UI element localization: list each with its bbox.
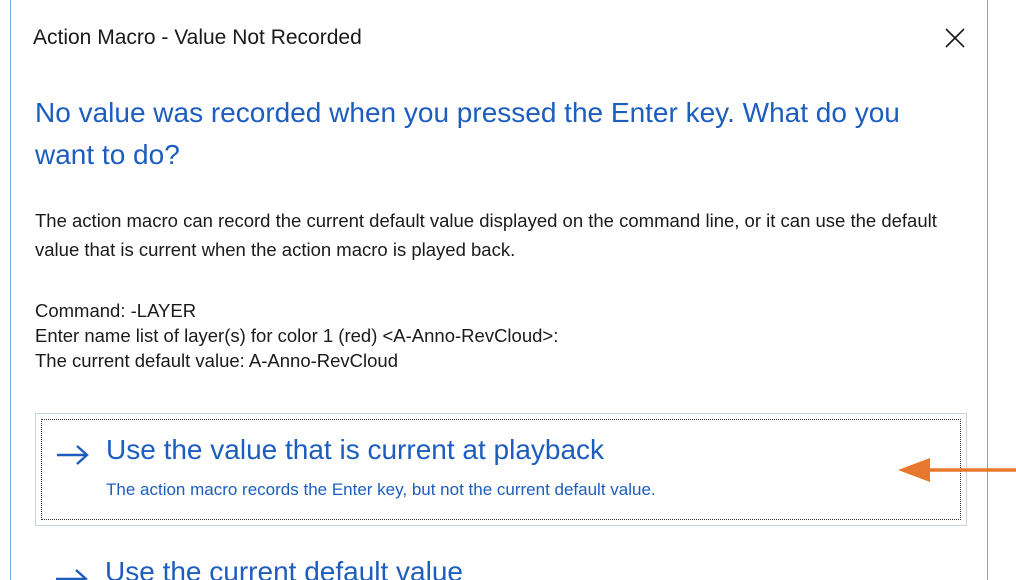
command-line-3: The current default value: A-Anno-RevClo…	[35, 350, 399, 371]
dialog-title: Action Macro - Value Not Recorded	[33, 26, 362, 49]
title-bar: Action Macro - Value Not Recorded	[11, 0, 987, 80]
option-label: Use the current default value	[105, 556, 463, 580]
close-button[interactable]	[939, 22, 971, 54]
close-icon	[945, 28, 965, 48]
option-label: Use the value that is current at playbac…	[106, 434, 605, 465]
arrow-right-icon	[56, 569, 88, 580]
focus-rectangle: Use the value that is current at playbac…	[41, 419, 961, 520]
option-sublabel: The action macro records the Enter key, …	[106, 480, 656, 499]
screenshot-stage: Action Macro - Value Not Recorded No val…	[0, 0, 1016, 580]
command-line-2: Enter name list of layer(s) for color 1 …	[35, 325, 559, 346]
task-dialog: Action Macro - Value Not Recorded No val…	[10, 0, 988, 580]
callout-arrow-icon	[898, 458, 1016, 482]
option-use-value-at-playback[interactable]: Use the value that is current at playbac…	[35, 413, 967, 526]
description-text: The action macro can record the current …	[35, 210, 937, 260]
main-instruction: No value was recorded when you pressed t…	[35, 97, 900, 170]
option-use-current-default[interactable]: Use the current default value	[35, 548, 967, 580]
arrow-right-icon	[57, 445, 89, 465]
command-line-1: Command: -LAYER	[35, 300, 197, 321]
command-line-info: Command: -LAYER Enter name list of layer…	[35, 298, 975, 373]
